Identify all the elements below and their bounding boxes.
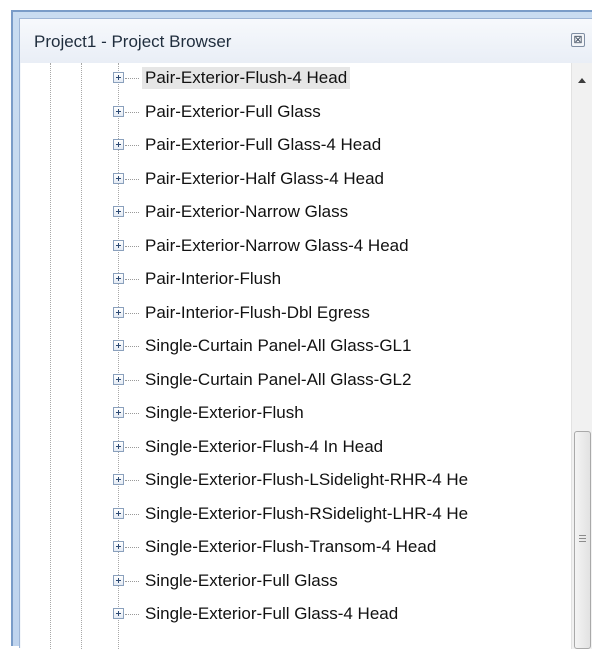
- tree-connector: [125, 547, 139, 548]
- tree-item-label: Single-Exterior-Flush-Transom-4 Head: [145, 537, 437, 556]
- tree-item[interactable]: Pair-Exterior-Half Glass-4 Head: [21, 164, 573, 196]
- expand-plus-icon[interactable]: [113, 105, 124, 117]
- tree-connector: [125, 212, 139, 213]
- tree-item[interactable]: Pair-Exterior-Full Glass-4 Head: [21, 130, 573, 162]
- tree-item[interactable]: Single-Exterior-Flush-RSidelight-LHR-4 H…: [21, 499, 573, 531]
- expand-plus-icon[interactable]: [113, 273, 124, 284]
- expand-plus-icon[interactable]: [113, 139, 124, 150]
- tree-item[interactable]: Single-Curtain Panel-All Glass-GL1: [21, 331, 573, 363]
- vertical-scrollbar[interactable]: [571, 63, 592, 649]
- tree-item[interactable]: Single-Curtain Panel-All Glass-GL2: [21, 365, 573, 397]
- tree-item-label: Single-Exterior-Flush-LSidelight-RHR-4 H…: [145, 470, 469, 489]
- tree-item[interactable]: Pair-Exterior-Narrow Glass-4 Head: [21, 231, 573, 263]
- expand-plus-icon[interactable]: [113, 306, 124, 318]
- project-browser-panel: Project1 - Project Browser ⊠ Pair-Exteri…: [19, 18, 592, 649]
- tree-connector: [125, 279, 139, 280]
- tree-connector: [125, 614, 139, 615]
- tree-view[interactable]: Pair-Exterior-Flush-4 Head Pair-Exterior-…: [21, 63, 573, 649]
- scroll-thumb[interactable]: [574, 431, 591, 649]
- expand-plus-icon[interactable]: [113, 474, 124, 485]
- tree-item-label: Pair-Exterior-Half Glass-4 Head: [145, 168, 385, 188]
- tree-item-label: Single-Exterior-Full Glass-4 Head: [145, 604, 399, 623]
- expand-plus-icon[interactable]: [113, 440, 124, 452]
- tree-item[interactable]: Pair-Exterior-Flush-4 Head: [21, 63, 573, 95]
- tree-connector: [125, 513, 139, 515]
- tree-connector: [125, 78, 139, 79]
- tree-connector: [125, 145, 139, 146]
- window-frame: Project1 - Project Browser ⊠ Pair-Exteri…: [11, 10, 592, 649]
- close-icon[interactable]: ⊠: [571, 33, 585, 47]
- expand-plus-icon[interactable]: [113, 608, 124, 619]
- expand-plus-icon[interactable]: [113, 172, 124, 184]
- expand-plus-icon[interactable]: [113, 574, 124, 586]
- tree-connector: [125, 245, 139, 247]
- tree-item-label: Single-Exterior-Flush-RSidelight-LHR-4 H…: [145, 503, 469, 523]
- expand-plus-icon[interactable]: [113, 72, 124, 83]
- tree-item-label: Pair-Interior-Flush-Dbl Egress: [145, 302, 370, 322]
- tree-connector: [125, 312, 139, 314]
- window-title: Project1 - Project Browser: [34, 32, 232, 51]
- grip-line: [579, 538, 586, 539]
- tree-item[interactable]: Pair-Interior-Flush-Dbl Egress: [21, 298, 573, 330]
- tree-item-label: Pair-Exterior-Flush-4 Head: [142, 67, 351, 89]
- tree-connector: [125, 178, 139, 180]
- grip-line: [579, 535, 586, 536]
- tree-item[interactable]: Single-Exterior-Flush-LSidelight-RHR-4 H…: [21, 465, 573, 497]
- tree-item[interactable]: Single-Exterior-Flush: [21, 398, 573, 430]
- tree-item-label: Single-Curtain Panel-All Glass-GL1: [145, 336, 412, 355]
- expand-plus-icon[interactable]: [113, 206, 124, 217]
- tree-item[interactable]: Single-Exterior-Full Glass-4 Head: [21, 599, 573, 631]
- tree-connector: [125, 480, 139, 481]
- expand-plus-icon[interactable]: [113, 507, 124, 519]
- scroll-up-arrow-icon[interactable]: [578, 78, 586, 83]
- tree-connector: [125, 446, 139, 448]
- expand-plus-icon[interactable]: [113, 373, 124, 385]
- grip-line: [579, 541, 586, 542]
- tree-item-label: Pair-Exterior-Narrow Glass-4 Head: [145, 235, 409, 255]
- tree-connector: [125, 580, 139, 582]
- tree-item[interactable]: Single-Exterior-Flush-Transom-4 Head: [21, 532, 573, 564]
- title-bar[interactable]: Project1 - Project Browser ⊠: [20, 19, 592, 63]
- tree-item-label: Pair-Interior-Flush: [145, 269, 282, 288]
- tree-connector: [125, 346, 139, 347]
- tree-item[interactable]: Single-Exterior-Full Glass: [21, 566, 573, 598]
- tree-item-label: Single-Exterior-Flush-4 In Head: [145, 436, 384, 456]
- expand-plus-icon[interactable]: [113, 340, 124, 351]
- expand-plus-icon[interactable]: [113, 239, 124, 251]
- tree-connector: [125, 379, 139, 381]
- tree-item-label: Pair-Exterior-Full Glass: [145, 101, 321, 121]
- tree-item-label: Pair-Exterior-Narrow Glass: [145, 202, 349, 221]
- tree-item[interactable]: Single-Exterior-Flush-4 In Head: [21, 432, 573, 464]
- tree-item-label: Single-Curtain Panel-All Glass-GL2: [145, 369, 412, 389]
- tree-item-label: Single-Exterior-Full Glass: [145, 570, 338, 590]
- expand-plus-icon[interactable]: [113, 407, 124, 418]
- tree-item-label: Single-Exterior-Flush: [145, 403, 304, 422]
- tree-connector: [125, 413, 139, 414]
- expand-plus-icon[interactable]: [113, 541, 124, 552]
- tree-item[interactable]: Pair-Exterior-Full Glass: [21, 97, 573, 129]
- tree-connector: [125, 111, 139, 113]
- tree-item-label: Pair-Exterior-Full Glass-4 Head: [145, 135, 382, 154]
- tree-item[interactable]: Pair-Exterior-Narrow Glass: [21, 197, 573, 229]
- tree-item[interactable]: Pair-Interior-Flush: [21, 264, 573, 296]
